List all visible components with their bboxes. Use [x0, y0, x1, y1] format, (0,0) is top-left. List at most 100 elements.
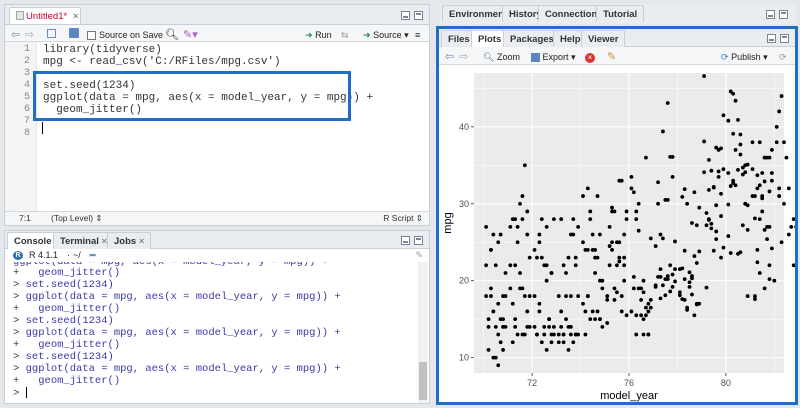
- scatter-point: [757, 183, 762, 188]
- scatter-point: [750, 167, 755, 172]
- scatter-point: [733, 98, 738, 103]
- scatter-point: [702, 170, 706, 175]
- scatter-point: [585, 248, 590, 252]
- minimize-icon[interactable]: [401, 11, 410, 20]
- scatter-point: [583, 309, 588, 314]
- export-label: Export: [542, 52, 569, 62]
- tab-jobs[interactable]: Jobs ×: [107, 232, 152, 249]
- scatter-point: [549, 271, 554, 275]
- scatter-point: [498, 340, 503, 345]
- line-number: 8: [23, 128, 30, 139]
- scatter-point: [760, 171, 765, 175]
- publish-icon: ⟳: [721, 52, 729, 62]
- scatter-point: [571, 232, 576, 237]
- scatter-point: [673, 279, 677, 284]
- scatter-point: [568, 332, 573, 337]
- show-in-window-icon[interactable]: [47, 28, 56, 42]
- scatter-point: [484, 294, 489, 298]
- file-type-selector[interactable]: R Script ⇕: [383, 212, 423, 225]
- publish-button[interactable]: ⟳ Publish ▾: [721, 50, 768, 64]
- close-tab-icon[interactable]: ×: [73, 11, 79, 22]
- back-arrow-icon[interactable]: ⇦: [445, 50, 454, 64]
- code-highlight-box: [33, 71, 351, 121]
- scatter-point: [661, 283, 665, 288]
- scatter-point: [755, 248, 760, 252]
- maximize-icon[interactable]: [779, 10, 788, 19]
- scatter-point: [704, 285, 709, 290]
- scatter-point: [765, 155, 769, 160]
- publish-label: Publish: [731, 52, 761, 62]
- source-on-save-checkbox[interactable]: Source on Save: [87, 28, 163, 42]
- scatter-point: [743, 170, 748, 175]
- scatter-point: [668, 154, 673, 159]
- back-arrow-icon[interactable]: ⇦: [11, 28, 20, 42]
- outline-icon[interactable]: ≡: [415, 28, 420, 42]
- scatter-point: [556, 340, 561, 345]
- code-tools-icon[interactable]: ✎▾: [183, 28, 198, 42]
- scatter-point: [670, 174, 675, 179]
- scatter-point: [668, 289, 673, 294]
- scatter-point: [731, 178, 736, 183]
- scatter-point: [753, 216, 757, 221]
- scatter-point: [767, 263, 772, 268]
- tab-console[interactable]: Console: [7, 232, 59, 249]
- go-to-dir-icon[interactable]: ➦: [89, 249, 97, 262]
- search-icon[interactable]: 🔍︎: [165, 28, 179, 42]
- console-path-bar: R R 4.1.1 · ~/ ➦ ✎: [5, 249, 429, 262]
- scatter-point: [607, 224, 612, 229]
- scatter-point: [520, 217, 525, 222]
- clear-console-icon[interactable]: ✎: [415, 249, 423, 262]
- tab-untitled1[interactable]: Untitled1* ×: [9, 7, 81, 24]
- scatter-point: [571, 340, 576, 345]
- minimize-icon[interactable]: [767, 34, 776, 43]
- refresh-icon[interactable]: ⟳: [779, 50, 787, 64]
- maximize-icon[interactable]: [780, 34, 789, 43]
- scatter-point: [641, 290, 646, 295]
- scatter-point: [496, 332, 501, 337]
- scatter-point: [532, 294, 537, 298]
- scatter-point: [593, 317, 597, 322]
- rerun-icon[interactable]: ⇆: [341, 28, 349, 42]
- scatter-point: [687, 270, 692, 275]
- forward-arrow-icon[interactable]: ⇨: [459, 50, 468, 64]
- scatter-point: [721, 245, 726, 250]
- scatter-point: [588, 217, 593, 222]
- clear-plots-icon[interactable]: ✎: [607, 50, 616, 64]
- minimize-icon[interactable]: [766, 10, 775, 19]
- tab-tutorial[interactable]: Tutorial: [596, 5, 645, 22]
- console-scroll-thumb[interactable]: [419, 362, 427, 400]
- console-scrollbar[interactable]: [418, 262, 428, 403]
- minimize-icon[interactable]: [401, 236, 410, 245]
- scatter-point: [738, 152, 743, 157]
- scatter-point: [750, 140, 755, 145]
- code-editor[interactable]: library(tidyverse) mpg <- read_csv('C:/R…: [38, 42, 429, 215]
- scatter-point: [619, 294, 624, 298]
- maximize-icon[interactable]: [414, 11, 423, 20]
- y-tick-label: 10: [459, 353, 469, 363]
- save-icon[interactable]: [69, 28, 79, 42]
- scatter-point: [515, 332, 520, 337]
- scatter-point: [641, 317, 646, 322]
- forward-arrow-icon[interactable]: ⇨: [25, 28, 34, 42]
- working-dir[interactable]: ~/: [73, 249, 81, 262]
- remove-plot-icon[interactable]: ×: [585, 50, 595, 64]
- scatter-point: [757, 140, 762, 145]
- scope-selector[interactable]: (Top Level) ⇕: [51, 212, 103, 225]
- console-output[interactable]: ggplot(data = mpg, aes(x = model_year, y…: [5, 262, 415, 403]
- scatter-point: [542, 324, 547, 329]
- close-tab-icon[interactable]: ×: [139, 236, 145, 247]
- scatter-point: [687, 284, 692, 289]
- export-button[interactable]: Export ▾: [531, 50, 576, 64]
- scatter-point: [704, 223, 709, 228]
- scatter-point: [661, 236, 665, 241]
- scatter-point: [610, 240, 614, 245]
- tab-terminal[interactable]: Terminal ×: [53, 232, 115, 249]
- scatter-point: [629, 309, 634, 314]
- scatter-point: [515, 224, 520, 229]
- source-button[interactable]: ➜ Source ▾: [363, 28, 409, 42]
- maximize-icon[interactable]: [414, 236, 423, 245]
- tab-viewer[interactable]: Viewer: [581, 30, 626, 47]
- scatter-point: [564, 317, 568, 322]
- zoom-button[interactable]: 🔍︎ Zoom: [483, 50, 520, 64]
- run-button[interactable]: ➜ Run: [305, 28, 332, 42]
